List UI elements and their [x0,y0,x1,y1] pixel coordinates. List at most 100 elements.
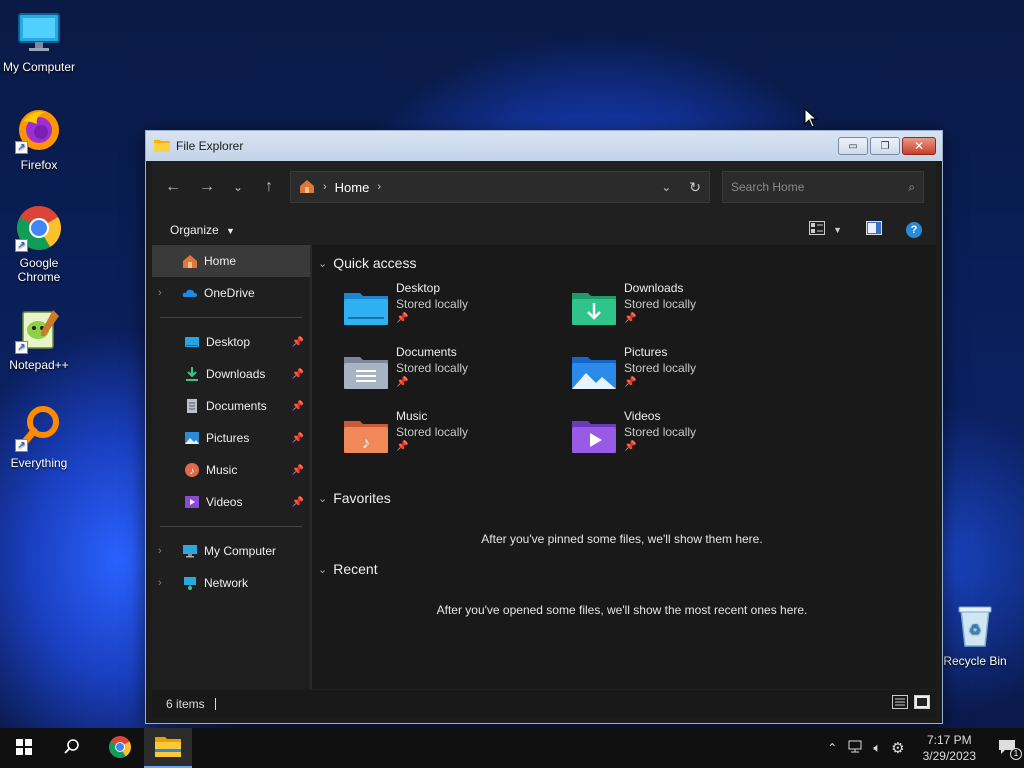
pin-icon[interactable]: 📌 [292,337,304,348]
desktop-icon-everything[interactable]: ↗ Everything [0,404,78,470]
desktop-icon-firefox[interactable]: ↗ Firefox [0,106,78,172]
quick-access-header[interactable]: ⌄ Quick access [318,251,416,275]
address-bar[interactable]: › Home › ⌄ ↻ [290,171,710,203]
tile-subtitle: Stored locally [624,297,697,311]
desktop-icon-notepadpp[interactable]: ↗ Notepad++ [0,306,78,372]
search-icon [64,738,80,758]
sidebar-item-label: Pictures [206,431,250,445]
sidebar-item-label: Desktop [206,335,251,349]
sidebar-item-pictures[interactable]: Pictures 📌 [152,422,310,454]
arrow-right-icon: → [199,178,215,195]
breadcrumb-chevron-icon[interactable]: › [377,181,381,193]
breadcrumb-separator-icon: › [323,181,327,193]
title-bar[interactable]: File Explorer ▭ ❐ ✕ [146,131,942,161]
quick-access-pictures[interactable]: Pictures Stored locally 📌 [572,345,792,401]
pin-icon[interactable]: 📌 [292,465,304,476]
content-pane: ⌄ Quick access Desktop Stored locally 📌 [312,245,936,689]
details-view-button[interactable] [892,695,908,712]
pictures-folder-icon [572,353,616,389]
section-title: Quick access [333,255,417,271]
maximize-button[interactable]: ❐ [870,137,900,155]
sidebar-item-onedrive[interactable]: › OneDrive [152,277,310,309]
chevron-down-icon: ⌄ [318,257,328,270]
search-box[interactable]: ⌕ [722,171,924,203]
svg-text:♻: ♻ [969,621,982,637]
sidebar-item-home[interactable]: Home [152,245,310,277]
search-input[interactable] [731,180,891,194]
chevron-down-icon: ⌄ [318,563,328,576]
settings-gear-icon[interactable]: ⚙ [891,739,904,757]
sidebar-item-label: My Computer [204,544,277,558]
sidebar-item-network[interactable]: › Network [152,567,310,599]
recent-header[interactable]: ⌄ Recent [318,557,378,581]
sidebar-item-desktop[interactable]: Desktop 📌 [152,326,310,358]
desktop-icon-my-computer[interactable]: My Computer [0,8,78,74]
windows-logo-icon [16,738,32,758]
cloud-icon [182,285,198,301]
chevron-right-icon[interactable]: › [158,287,174,299]
desktop-icon-recycle-bin[interactable]: ♻ Recycle Bin [936,602,1014,668]
network-status-icon[interactable] [847,740,863,757]
quick-access-downloads[interactable]: Downloads Stored locally 📌 [572,281,792,337]
address-dropdown-icon[interactable]: ⌄ [661,180,671,194]
home-icon [299,178,315,197]
music-folder-icon: ♪ [344,417,388,453]
minimize-button[interactable]: ▭ [838,137,868,155]
large-icons-view-button[interactable] [914,695,930,712]
pin-icon[interactable]: 📌 [292,497,304,508]
organize-button[interactable]: Organize ▼ [170,223,235,237]
favorites-header[interactable]: ⌄ Favorites [318,486,391,510]
view-grid-icon [809,221,826,238]
quick-access-desktop[interactable]: Desktop Stored locally 📌 [344,281,564,337]
show-hidden-icons-chevron-icon[interactable]: ⌃ [827,741,837,755]
sidebar-item-documents[interactable]: Documents 📌 [152,390,310,422]
taskbar-chrome-button[interactable] [96,728,144,768]
notification-center-button[interactable]: 1 [998,739,1022,760]
preview-pane-button[interactable] [866,221,882,238]
forward-button[interactable]: → [190,178,224,196]
sidebar-divider [160,317,302,318]
help-button[interactable]: ? [906,221,922,238]
pin-icon[interactable]: 📌 [292,369,304,380]
taskbar-clock[interactable]: 7:17 PM 3/29/2023 [923,732,976,764]
pin-icon[interactable]: 📌 [292,433,304,444]
system-tray: ⌃ 🔈︎ ⚙ 7:17 PM 3/29/2023 1 [827,732,1024,764]
sidebar-item-downloads[interactable]: Downloads 📌 [152,358,310,390]
refresh-icon[interactable]: ↻ [689,179,701,196]
tile-name: Documents [396,345,457,359]
taskbar-search-button[interactable] [48,728,96,768]
taskbar-file-explorer-button[interactable] [144,728,192,768]
shortcut-arrow-icon: ↗ [15,341,28,354]
start-button[interactable] [0,728,48,768]
view-options-button[interactable]: ▼ [809,221,842,238]
chevron-right-icon[interactable]: › [158,577,174,589]
desktop-icon-google-chrome[interactable]: ↗ Google Chrome [0,204,78,284]
volume-icon[interactable]: 🔈︎ [873,740,881,756]
download-arrow-icon [184,366,200,382]
everything-search-icon: ↗ [15,404,63,452]
quick-access-documents[interactable]: Documents Stored locally 📌 [344,345,564,401]
caret-down-icon: ▼ [833,224,842,235]
pin-icon: 📌 [396,441,409,452]
sidebar-item-my-computer[interactable]: › My Computer [152,535,310,567]
status-bar: 6 items [152,689,936,717]
chevron-down-icon: ⌄ [318,492,328,505]
chevron-right-icon[interactable]: › [158,545,174,557]
sidebar-item-music[interactable]: ♪ Music 📌 [152,454,310,486]
svg-text:♪: ♪ [190,466,195,477]
sidebar-item-videos[interactable]: Videos 📌 [152,486,310,518]
back-button[interactable]: ← [156,178,190,196]
desktop-icon-label: My Computer [2,60,76,74]
status-divider [214,697,216,710]
close-button[interactable]: ✕ [902,137,936,155]
breadcrumb-home[interactable]: Home [335,180,370,195]
file-explorer-window[interactable]: File Explorer ▭ ❐ ✕ ← → ⌄ ↑ › Home › ⌄ ↻… [145,130,943,724]
quick-access-music[interactable]: ♪ Music Stored locally 📌 [344,409,564,465]
up-button[interactable]: ↑ [252,178,286,196]
pin-icon[interactable]: 📌 [292,401,304,412]
recent-locations-button[interactable]: ⌄ [224,180,252,194]
minimize-icon: ▭ [848,140,858,152]
quick-access-videos[interactable]: Videos Stored locally 📌 [572,409,792,465]
sidebar-item-label: Network [204,576,249,590]
navigation-pane[interactable]: Home › OneDrive Desktop 📌 Downloads 📌 Do… [152,245,310,689]
